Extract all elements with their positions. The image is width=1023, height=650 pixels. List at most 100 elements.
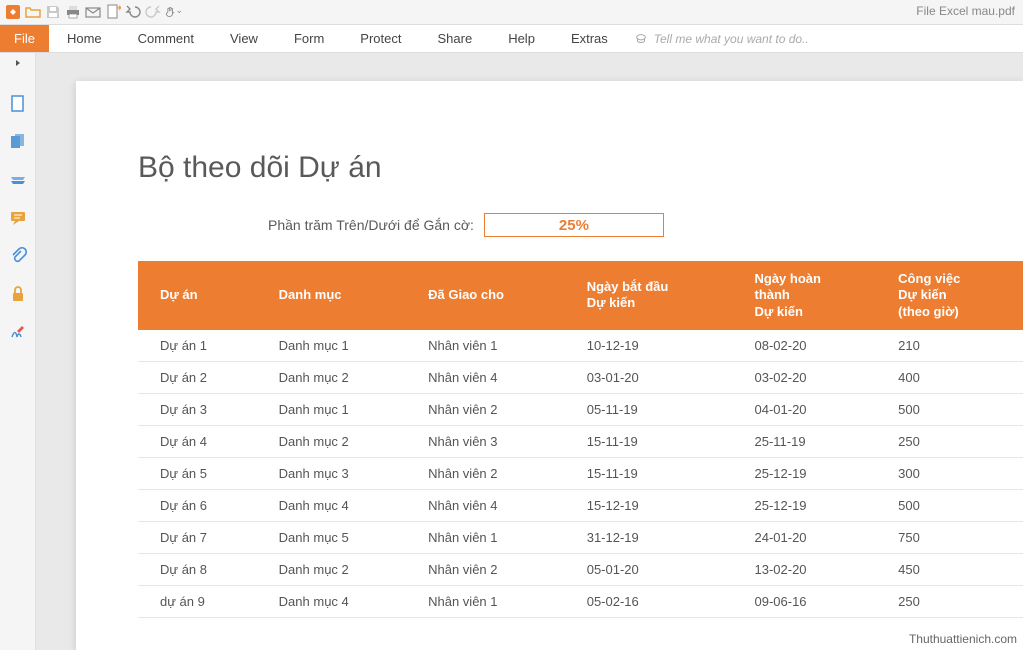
table-cell: Dự án 3 bbox=[138, 393, 267, 425]
table-cell: 15-12-19 bbox=[575, 489, 743, 521]
table-cell: Danh mục 1 bbox=[267, 393, 416, 425]
table-cell: Dự án 4 bbox=[138, 425, 267, 457]
redo-icon[interactable] bbox=[144, 3, 162, 21]
col-assigned: Đã Giao cho bbox=[416, 261, 575, 330]
table-cell: 450 bbox=[886, 553, 1023, 585]
sidebar-collapse[interactable] bbox=[0, 59, 35, 77]
table-cell: Nhân viên 2 bbox=[416, 393, 575, 425]
table-cell: Danh mục 2 bbox=[267, 553, 416, 585]
ribbon: File Home Comment View Form Protect Shar… bbox=[0, 25, 1023, 53]
multipage-panel-icon[interactable] bbox=[7, 131, 29, 153]
table-cell: Danh mục 2 bbox=[267, 361, 416, 393]
table-cell: Dự án 1 bbox=[138, 330, 267, 362]
table-row: Dự án 5Danh mục 3Nhân viên 215-11-1925-1… bbox=[138, 457, 1023, 489]
table-cell: 03-02-20 bbox=[742, 361, 886, 393]
table-row: Dự án 2Danh mục 2Nhân viên 403-01-2003-0… bbox=[138, 361, 1023, 393]
table-cell: 13-02-20 bbox=[742, 553, 886, 585]
table-cell: 10-12-19 bbox=[575, 330, 743, 362]
table-cell: 250 bbox=[886, 425, 1023, 457]
table-cell: Dự án 8 bbox=[138, 553, 267, 585]
app-icon[interactable] bbox=[4, 3, 22, 21]
layers-panel-icon[interactable] bbox=[7, 169, 29, 191]
comment-panel-icon[interactable] bbox=[7, 207, 29, 229]
table-cell: 500 bbox=[886, 393, 1023, 425]
table-cell: 31-12-19 bbox=[575, 521, 743, 553]
hand-icon[interactable] bbox=[164, 3, 182, 21]
percent-label: Phần trăm Trên/Dưới để Gắn cờ: bbox=[268, 217, 474, 233]
print-icon[interactable] bbox=[64, 3, 82, 21]
signature-panel-icon[interactable] bbox=[7, 321, 29, 343]
table-cell: Nhân viên 1 bbox=[416, 330, 575, 362]
table-cell: 400 bbox=[886, 361, 1023, 393]
document-heading: Bộ theo dõi Dự án bbox=[138, 151, 1023, 185]
table-cell: 500 bbox=[886, 489, 1023, 521]
col-project: Dự án bbox=[138, 261, 267, 330]
tab-help[interactable]: Help bbox=[490, 25, 553, 52]
table-cell: 250 bbox=[886, 585, 1023, 617]
table-cell: 05-11-19 bbox=[575, 393, 743, 425]
table-cell: 25-12-19 bbox=[742, 489, 886, 521]
svg-text:✦: ✦ bbox=[116, 4, 121, 13]
table-cell: Dự án 5 bbox=[138, 457, 267, 489]
table-cell: Danh mục 4 bbox=[267, 585, 416, 617]
table-row: Dự án 7Danh mục 5Nhân viên 131-12-1924-0… bbox=[138, 521, 1023, 553]
col-end: Ngày hoànthànhDự kiến bbox=[742, 261, 886, 330]
window-title: File Excel mau.pdf bbox=[916, 4, 1015, 18]
attachment-panel-icon[interactable] bbox=[7, 245, 29, 267]
table-cell: 24-01-20 bbox=[742, 521, 886, 553]
table-cell: Dự án 2 bbox=[138, 361, 267, 393]
table-cell: Danh mục 5 bbox=[267, 521, 416, 553]
document-area: Bộ theo dõi Dự án Phần trăm Trên/Dưới để… bbox=[36, 53, 1023, 650]
table-row: Dự án 3Danh mục 1Nhân viên 205-11-1904-0… bbox=[138, 393, 1023, 425]
table-cell: 25-12-19 bbox=[742, 457, 886, 489]
table-cell: 15-11-19 bbox=[575, 425, 743, 457]
table-cell: Danh mục 2 bbox=[267, 425, 416, 457]
table-cell: 05-02-16 bbox=[575, 585, 743, 617]
undo-icon[interactable] bbox=[124, 3, 142, 21]
table-row: Dự án 6Danh mục 4Nhân viên 415-12-1925-1… bbox=[138, 489, 1023, 521]
sidebar bbox=[0, 53, 36, 650]
tell-me-search[interactable]: Tell me what you want to do.. bbox=[634, 32, 809, 46]
tell-me-placeholder: Tell me what you want to do.. bbox=[654, 32, 809, 46]
page-panel-icon[interactable] bbox=[7, 93, 29, 115]
table-cell: 15-11-19 bbox=[575, 457, 743, 489]
page: Bộ theo dõi Dự án Phần trăm Trên/Dưới để… bbox=[76, 81, 1023, 650]
table-cell: 300 bbox=[886, 457, 1023, 489]
security-panel-icon[interactable] bbox=[7, 283, 29, 305]
table-cell: dự án 9 bbox=[138, 585, 267, 617]
table-cell: 05-01-20 bbox=[575, 553, 743, 585]
table-row: dự án 9Danh mục 4Nhân viên 105-02-1609-0… bbox=[138, 585, 1023, 617]
table-cell: 09-06-16 bbox=[742, 585, 886, 617]
tab-comment[interactable]: Comment bbox=[120, 25, 212, 52]
table-cell: Nhân viên 4 bbox=[416, 361, 575, 393]
tab-view[interactable]: View bbox=[212, 25, 276, 52]
table-cell: Danh mục 1 bbox=[267, 330, 416, 362]
table-row: Dự án 4Danh mục 2Nhân viên 315-11-1925-1… bbox=[138, 425, 1023, 457]
table-cell: 210 bbox=[886, 330, 1023, 362]
percent-value: 25% bbox=[484, 213, 664, 237]
quick-access-toolbar: ✦ File Excel mau.pdf bbox=[0, 0, 1023, 25]
tab-share[interactable]: Share bbox=[419, 25, 490, 52]
table-cell: Nhân viên 4 bbox=[416, 489, 575, 521]
table-cell: Nhân viên 1 bbox=[416, 521, 575, 553]
col-start: Ngày bắt đầuDự kiến bbox=[575, 261, 743, 330]
open-icon[interactable] bbox=[24, 3, 42, 21]
table-cell: Nhân viên 2 bbox=[416, 457, 575, 489]
email-icon[interactable] bbox=[84, 3, 102, 21]
newdoc-icon[interactable]: ✦ bbox=[104, 3, 122, 21]
table-cell: 08-02-20 bbox=[742, 330, 886, 362]
table-cell: Dự án 6 bbox=[138, 489, 267, 521]
table-row: Dự án 8Danh mục 2Nhân viên 205-01-2013-0… bbox=[138, 553, 1023, 585]
file-tab[interactable]: File bbox=[0, 25, 49, 52]
table-cell: Nhân viên 1 bbox=[416, 585, 575, 617]
tab-home[interactable]: Home bbox=[49, 25, 120, 52]
tab-form[interactable]: Form bbox=[276, 25, 342, 52]
tab-protect[interactable]: Protect bbox=[342, 25, 419, 52]
table-cell: Danh mục 4 bbox=[267, 489, 416, 521]
table-header-row: Dự án Danh mục Đã Giao cho Ngày bắt đầuD… bbox=[138, 261, 1023, 330]
col-category: Danh mục bbox=[267, 261, 416, 330]
table-row: Dự án 1Danh mục 1Nhân viên 110-12-1908-0… bbox=[138, 330, 1023, 362]
percent-flag-row: Phần trăm Trên/Dưới để Gắn cờ: 25% bbox=[268, 213, 1023, 237]
tab-extras[interactable]: Extras bbox=[553, 25, 626, 52]
save-icon[interactable] bbox=[44, 3, 62, 21]
